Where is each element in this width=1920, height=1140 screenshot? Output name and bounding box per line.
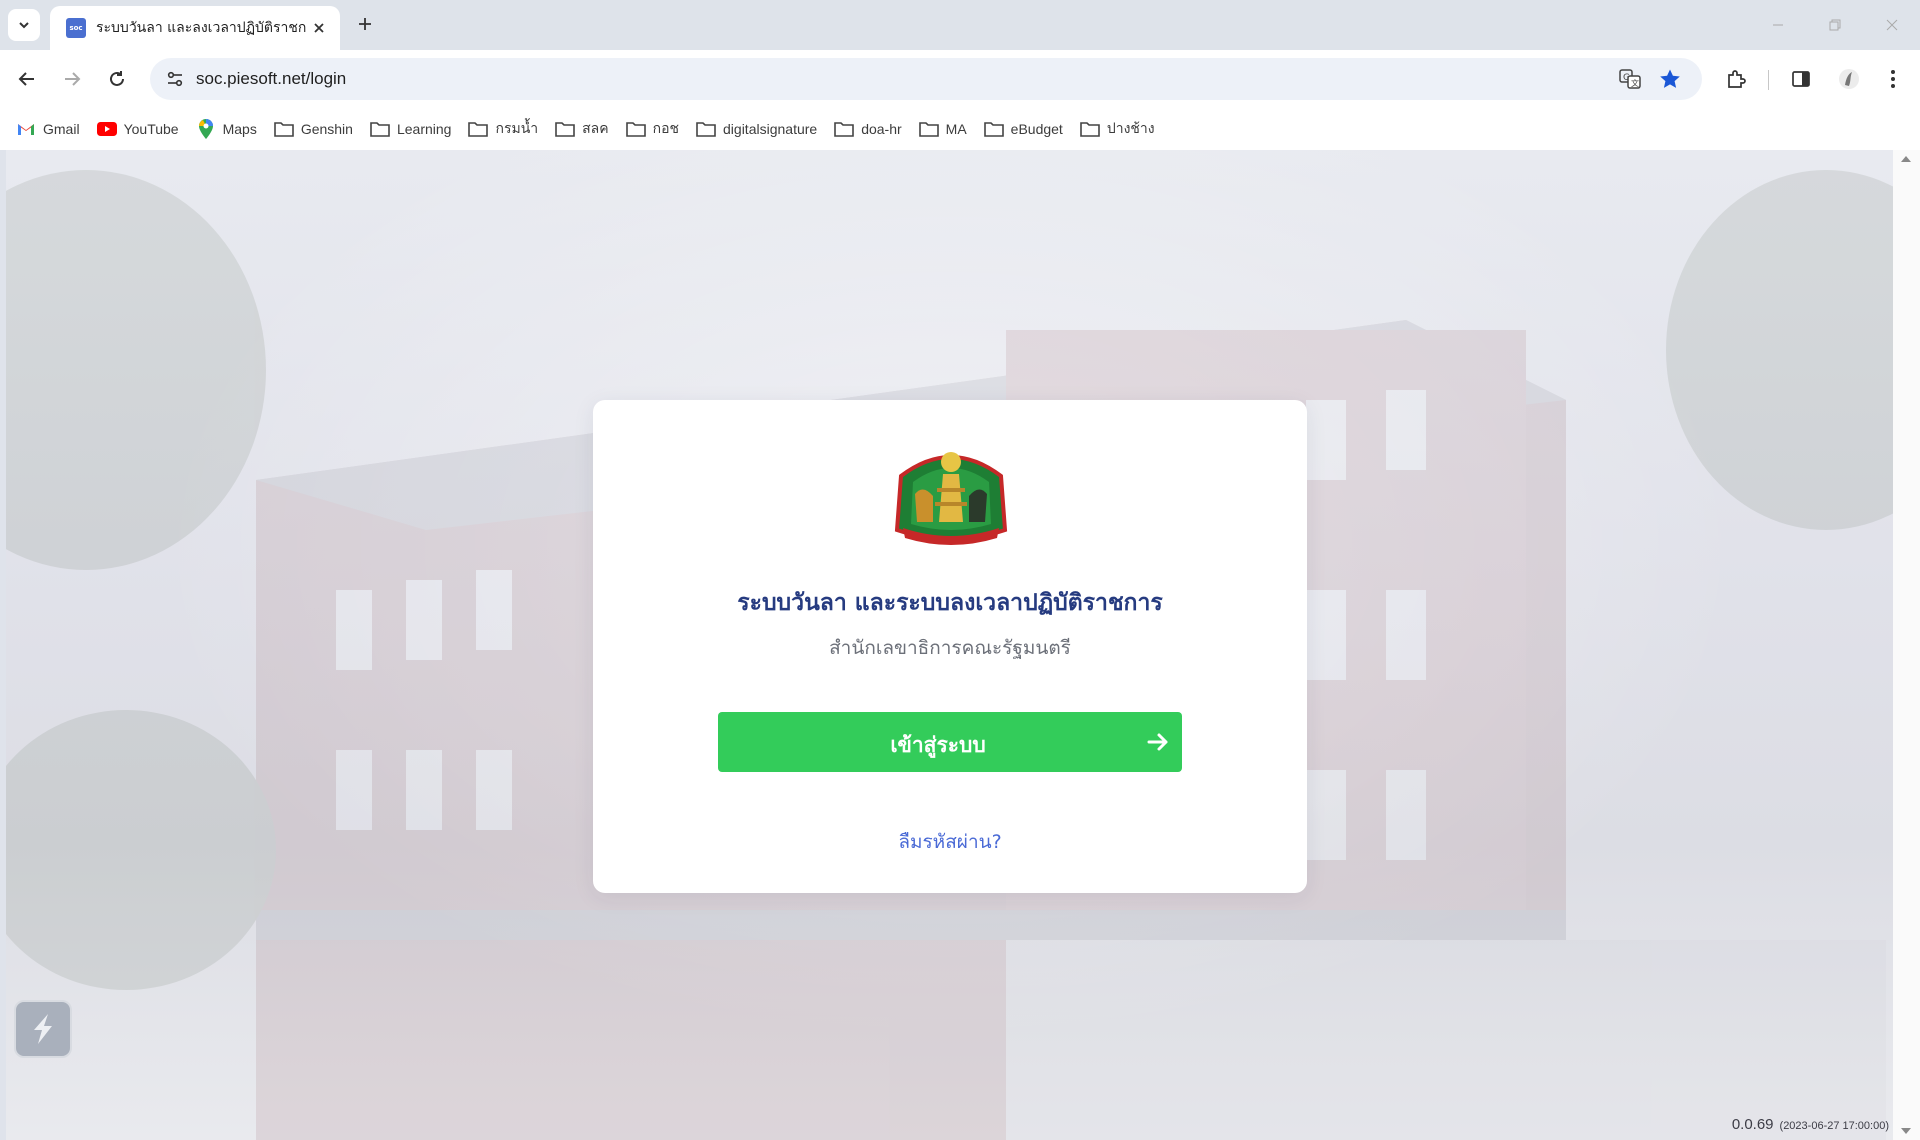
reload-icon [110, 71, 124, 86]
folder-icon [696, 119, 716, 139]
plus-icon [359, 18, 371, 30]
back-button[interactable] [10, 62, 44, 96]
tune-icon [167, 71, 183, 87]
browser-toolbar: soc.piesoft.net/login G文 [0, 50, 1920, 108]
bookmark-star-button[interactable] [1655, 64, 1685, 94]
bookmark-youtube[interactable]: YouTube [95, 113, 188, 145]
tab-title: ระบบวันลา และลงเวลาปฏิบัติราชการ [96, 20, 306, 36]
bookmark-folder-slk[interactable]: สลค [553, 113, 618, 145]
version-info: 0.0.69 (2023-06-27 17:00:00) [1732, 1116, 1889, 1133]
folder-icon [625, 119, 646, 139]
bookmark-label: Genshin [300, 121, 353, 137]
bookmark-label: YouTube [123, 121, 179, 137]
gmail-icon [16, 119, 36, 139]
minimize-icon [1772, 24, 1783, 26]
bookmark-folder-ma[interactable]: MA [917, 113, 976, 145]
bookmarks-bar: Gmail YouTube Maps Genshin Learning กรมน… [0, 108, 1920, 150]
folder-icon [918, 119, 939, 139]
folder-icon [274, 119, 294, 139]
bookmark-label: Gmail [43, 121, 80, 137]
build-date: (2023-06-27 17:00:00) [1779, 1120, 1889, 1132]
lightning-icon [34, 1014, 52, 1044]
extensions-button[interactable] [1719, 62, 1753, 96]
translate-button[interactable]: G文 [1615, 64, 1645, 94]
arrow-right-icon [1147, 733, 1168, 751]
folder-icon [370, 119, 390, 139]
login-button[interactable]: เข้าสู่ระบบ [718, 712, 1182, 772]
url-text: soc.piesoft.net/login [196, 69, 347, 88]
side-panel-button[interactable] [1784, 62, 1818, 96]
page-viewport: ระบบวันลา และระบบลงเวลาปฏิบัติราชการ สำน… [6, 150, 1893, 1140]
folder-icon [468, 119, 489, 139]
chevron-down-icon [19, 22, 29, 29]
avatar [1839, 69, 1859, 89]
bookmark-folder-pangchang[interactable]: ปางช้าง [1078, 113, 1164, 145]
bookmark-folder-doa-hr[interactable]: doa-hr [832, 113, 910, 145]
active-tab[interactable]: soc ระบบวันลา และลงเวลาปฏิบัติราชการ [50, 6, 340, 50]
tab-search-button[interactable] [8, 9, 40, 41]
minimize-button[interactable] [1749, 0, 1806, 50]
restore-icon [1829, 19, 1840, 31]
bookmark-label: eBudget [1010, 121, 1063, 137]
new-tab-button[interactable] [351, 10, 379, 38]
bookmark-label: สลค [582, 120, 609, 136]
profile-button[interactable] [1832, 62, 1866, 96]
scroll-up-arrow-icon[interactable] [1901, 156, 1911, 162]
close-window-button[interactable] [1863, 0, 1920, 50]
government-emblem-logo [894, 452, 1008, 545]
back-arrow-icon [18, 72, 34, 86]
favicon-icon: soc [66, 18, 86, 38]
scroll-down-arrow-icon[interactable] [1901, 1128, 1911, 1134]
folder-icon [1080, 119, 1100, 139]
more-vertical-icon [1891, 70, 1895, 88]
bookmark-label: ปางช้าง [1106, 120, 1155, 136]
login-button-label: เข้าสู่ระบบ [890, 733, 986, 757]
star-icon [1660, 69, 1680, 88]
folder-icon [834, 119, 854, 139]
organization-name: สำนักเลขาธิการคณะรัฐมนตรี [829, 637, 1071, 659]
bookmark-label: กอช [652, 120, 680, 136]
close-icon [1886, 19, 1897, 31]
bookmark-gmail[interactable]: Gmail [14, 113, 89, 145]
bookmark-folder-genshin[interactable]: Genshin [272, 113, 362, 145]
toolbar-divider [1768, 70, 1769, 90]
forward-arrow-icon [65, 72, 81, 86]
bookmark-maps[interactable]: Maps [194, 113, 266, 145]
tab-close-button[interactable] [308, 17, 330, 39]
maps-icon [196, 119, 216, 139]
vertical-scrollbar[interactable] [1893, 150, 1920, 1140]
floating-widget-button[interactable] [14, 1000, 72, 1058]
bookmark-label: doa-hr [861, 121, 902, 137]
puzzle-icon [1728, 70, 1746, 88]
folder-icon [555, 119, 575, 139]
site-info-button[interactable] [160, 64, 190, 94]
forgot-password-link[interactable]: ลืมรหัสผ่าน? [593, 827, 1307, 857]
bookmark-folder-water[interactable]: กรมน้ำ [466, 113, 547, 145]
restore-button[interactable] [1806, 0, 1863, 50]
version-number: 0.0.69 [1731, 1116, 1774, 1133]
page-title: ระบบวันลา และระบบลงเวลาปฏิบัติราชการ [737, 590, 1163, 616]
svg-text:文: 文 [1631, 78, 1639, 88]
bookmark-folder-koch[interactable]: กอช [624, 113, 688, 145]
side-panel-icon [1792, 71, 1810, 87]
reload-button[interactable] [100, 62, 134, 96]
browser-menu-button[interactable] [1876, 62, 1910, 96]
translate-icon: G文 [1619, 69, 1641, 89]
bookmark-label: Maps [222, 121, 257, 137]
login-card: ระบบวันลา และระบบลงเวลาปฏิบัติราชการ สำน… [593, 400, 1307, 893]
tab-strip: soc ระบบวันลา และลงเวลาปฏิบัติราชการ [0, 0, 1920, 50]
youtube-icon [96, 119, 117, 139]
address-bar[interactable]: soc.piesoft.net/login G文 [150, 58, 1702, 100]
forward-button[interactable] [55, 62, 89, 96]
folder-icon [983, 119, 1004, 139]
window-controls [1749, 0, 1920, 50]
bookmark-label: Learning [396, 121, 452, 137]
bookmark-label: กรมน้ำ [495, 120, 539, 136]
bookmark-label: digitalsignature [723, 121, 818, 137]
bookmark-folder-digitalsignature[interactable]: digitalsignature [694, 113, 826, 145]
close-icon [314, 23, 324, 33]
bookmark-folder-learning[interactable]: Learning [368, 113, 461, 145]
bookmark-folder-ebudget[interactable]: eBudget [982, 113, 1072, 145]
bookmark-label: MA [945, 121, 967, 137]
